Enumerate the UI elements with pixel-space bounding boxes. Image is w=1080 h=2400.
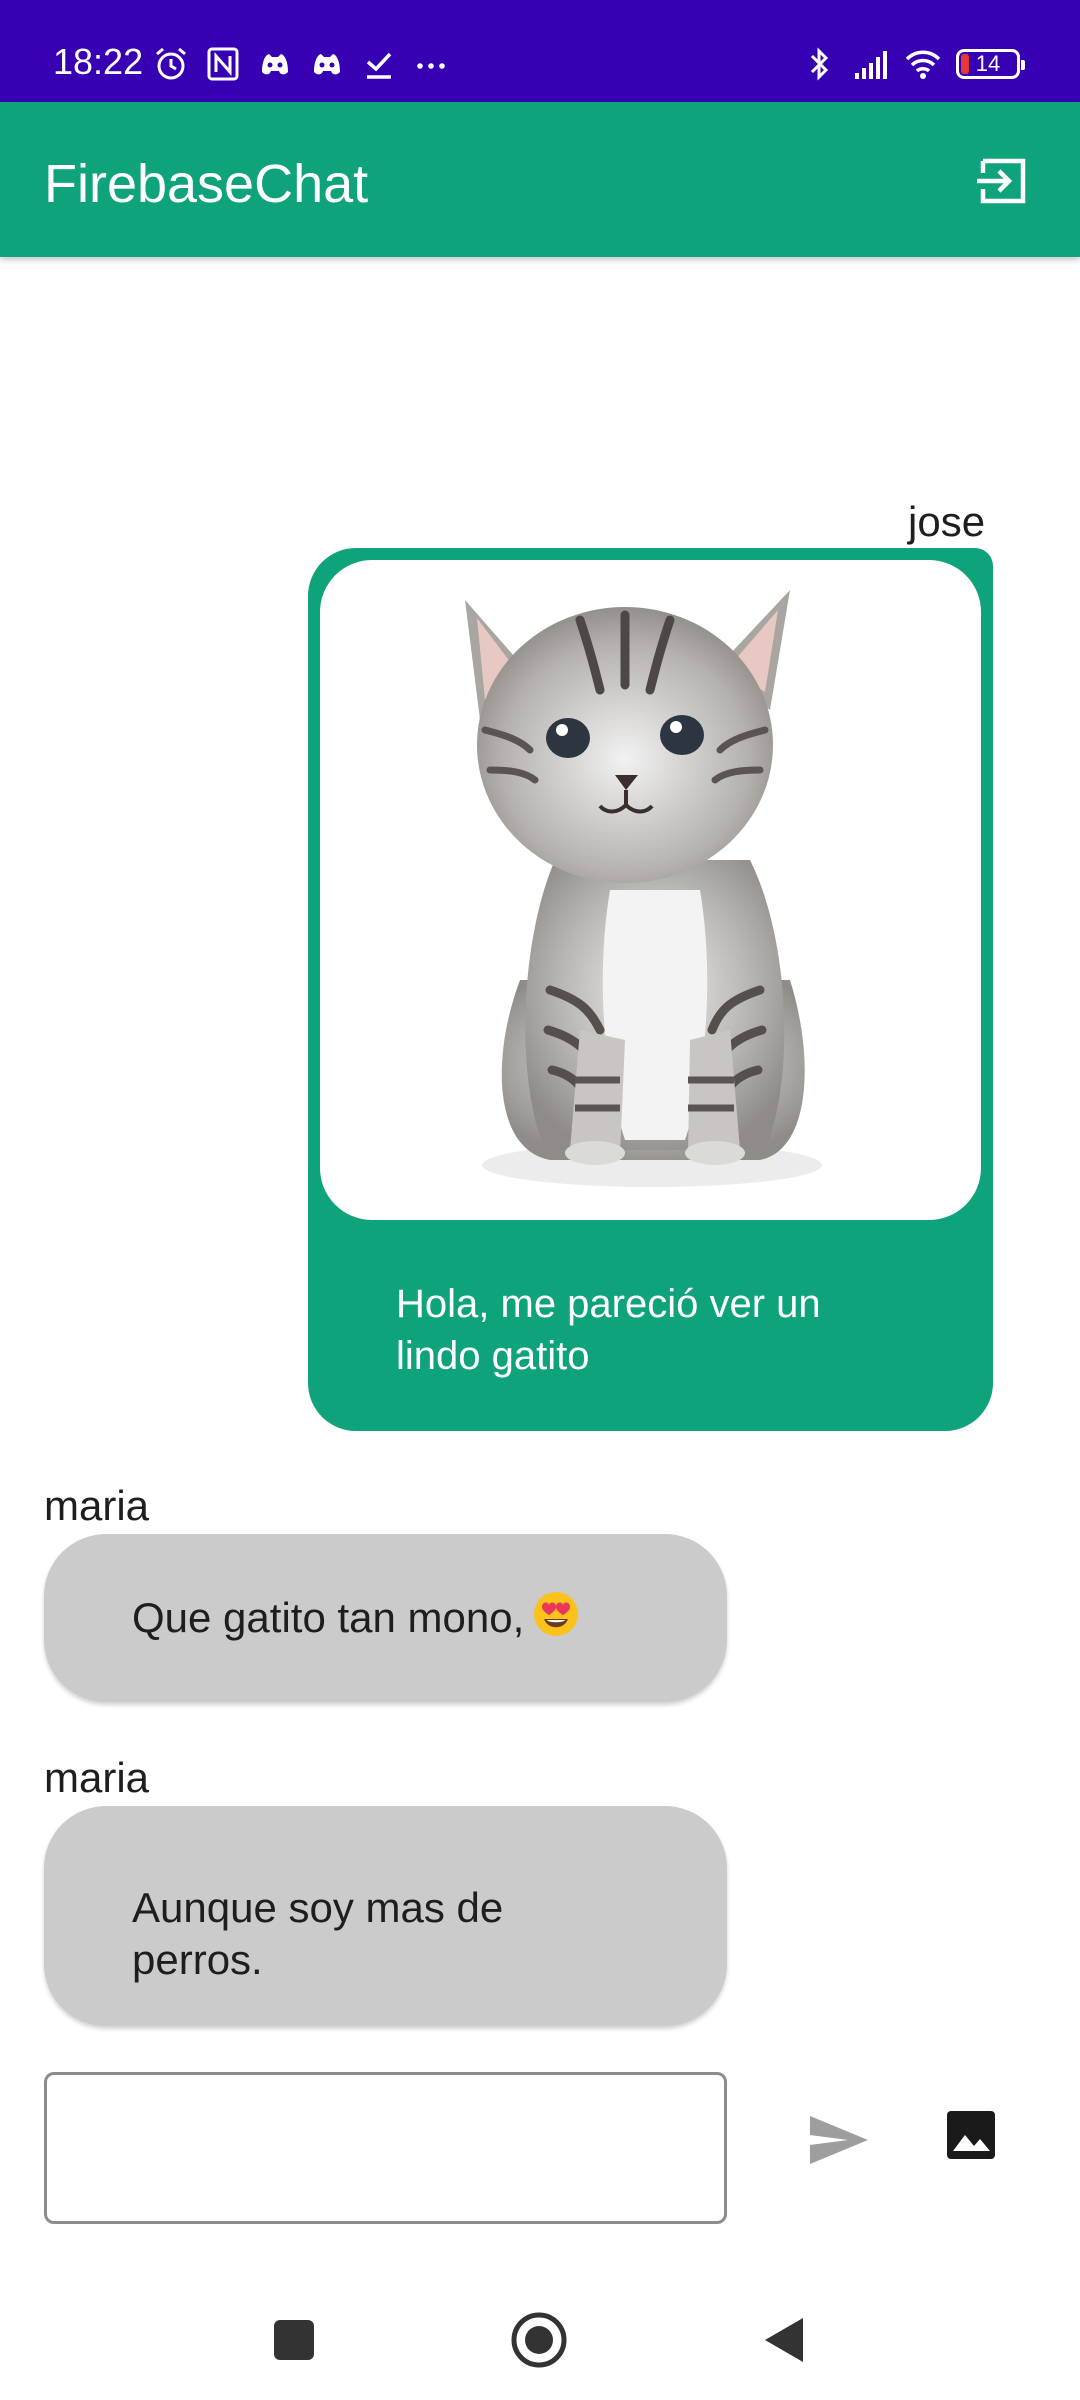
- message-text: Hola, me pareció ver un lindo gatito: [396, 1282, 821, 1378]
- app-title: FirebaseChat: [44, 154, 369, 214]
- message-input[interactable]: [44, 2072, 727, 2224]
- recents-button[interactable]: [262, 2308, 326, 2372]
- sender-name: maria: [44, 1482, 150, 1529]
- recents-square-icon: [274, 2320, 314, 2360]
- logout-button[interactable]: [970, 148, 1036, 214]
- home-button[interactable]: [507, 2308, 571, 2372]
- nfc-icon: [207, 47, 239, 81]
- heart-eyes-emoji: [534, 1592, 579, 1636]
- received-message-bubble[interactable]: Aunque soy mas de perros.: [44, 1806, 727, 2026]
- discord-icon: [314, 54, 340, 75]
- navigation-bar: [0, 2280, 1080, 2400]
- sender-name: maria: [44, 1754, 150, 1801]
- home-circle-icon: [511, 2312, 567, 2368]
- signal-icon: [855, 51, 887, 79]
- check-download-icon: [366, 52, 392, 79]
- back-button[interactable]: [752, 2308, 816, 2372]
- back-triangle-icon: [765, 2318, 803, 2362]
- sender-name: jose: [908, 498, 986, 545]
- message-image[interactable]: [320, 560, 981, 1220]
- send-button[interactable]: [803, 2104, 875, 2176]
- discord-icon: [262, 54, 288, 75]
- message-text: Aunque soy mas de perros.: [132, 1884, 504, 1983]
- attach-image-button[interactable]: [940, 2104, 1002, 2166]
- kitten-photo: [465, 590, 822, 1187]
- system-icons: 14: [800, 44, 1025, 84]
- notification-icons: [152, 44, 450, 84]
- logout-icon: [977, 158, 1026, 204]
- message-text: Que gatito tan mono,: [132, 1594, 525, 1641]
- alarm-icon: [156, 47, 186, 80]
- bluetooth-icon: [810, 47, 829, 81]
- sent-message-bubble[interactable]: Hola, me pareció ver un lindo gatito: [308, 548, 993, 1431]
- app-bar: FirebaseChat: [0, 102, 1080, 257]
- received-message-bubble[interactable]: Que gatito tan mono,: [44, 1534, 727, 1702]
- more-dots-icon: [417, 63, 445, 69]
- battery-icon: 14: [956, 49, 1025, 79]
- wifi-icon: [905, 50, 941, 79]
- battery-level: 14: [975, 51, 1001, 76]
- status-bar: 18:22 14: [0, 0, 1080, 102]
- image-icon: [947, 2111, 995, 2159]
- send-icon: [810, 2116, 868, 2164]
- status-time: 18:22: [53, 41, 144, 82]
